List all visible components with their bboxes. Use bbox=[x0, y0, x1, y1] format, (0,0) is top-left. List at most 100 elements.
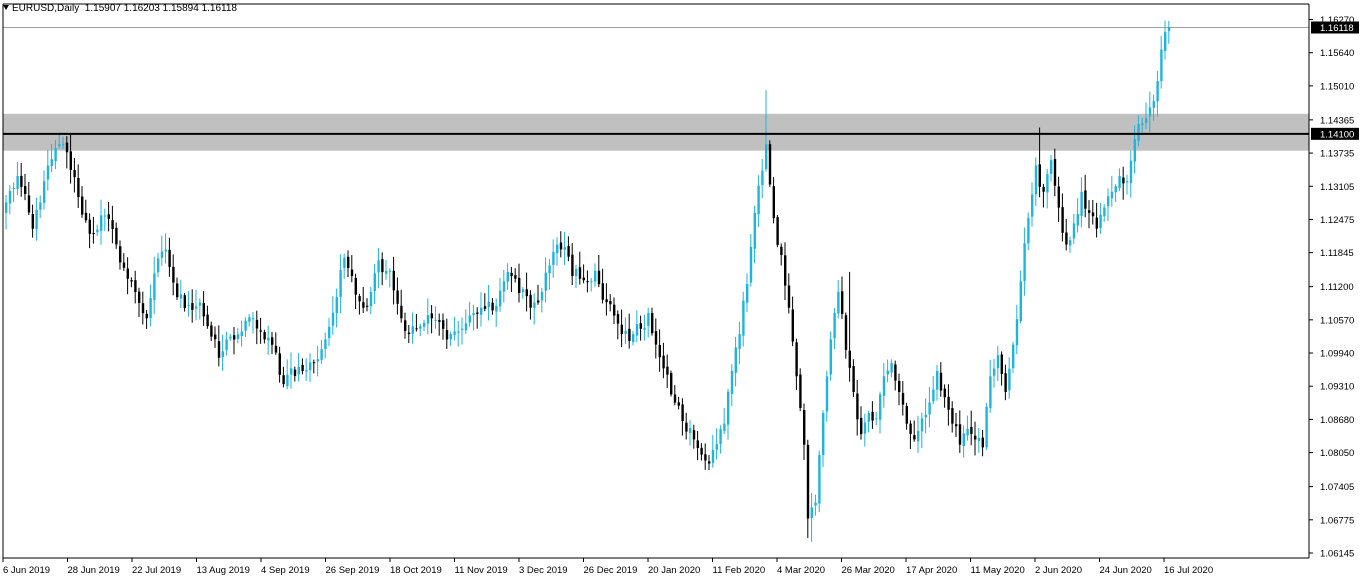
candle bbox=[5, 194, 8, 230]
candle-body bbox=[419, 326, 422, 329]
candle bbox=[39, 195, 42, 219]
candle-body bbox=[727, 391, 730, 425]
candle-body bbox=[160, 251, 164, 258]
candle bbox=[183, 292, 186, 312]
candle-body bbox=[1050, 160, 1053, 174]
candle-body bbox=[39, 202, 42, 210]
candle bbox=[210, 321, 213, 341]
candle bbox=[749, 234, 753, 287]
candle bbox=[483, 293, 487, 312]
candle bbox=[225, 331, 228, 356]
candle-body bbox=[578, 267, 582, 279]
candle-body bbox=[434, 319, 437, 321]
candle bbox=[388, 268, 392, 288]
x-tick-label: 20 Jan 2020 bbox=[648, 565, 700, 576]
candle-body bbox=[1080, 191, 1083, 216]
candle bbox=[974, 421, 977, 456]
candle bbox=[879, 391, 882, 434]
candle-body bbox=[529, 294, 532, 308]
candle-body bbox=[24, 186, 27, 194]
candle bbox=[730, 364, 734, 406]
candle bbox=[16, 161, 19, 196]
candle-body bbox=[966, 428, 969, 436]
candle-body bbox=[898, 380, 901, 393]
candle-body bbox=[1126, 181, 1129, 183]
candle-body bbox=[35, 209, 38, 230]
candle bbox=[943, 384, 946, 408]
candle-body bbox=[373, 273, 376, 291]
x-tick-label: 11 Nov 2019 bbox=[455, 565, 508, 576]
candle-body bbox=[871, 411, 874, 421]
candle-body bbox=[358, 296, 361, 302]
candle bbox=[1050, 155, 1053, 182]
candle-body bbox=[913, 435, 916, 440]
candle-body bbox=[1145, 118, 1148, 123]
candle-body bbox=[848, 350, 851, 368]
candle-body bbox=[168, 249, 171, 267]
candle bbox=[27, 182, 31, 216]
candle bbox=[521, 287, 525, 299]
candle-body bbox=[1023, 243, 1026, 282]
candle-body bbox=[274, 345, 278, 353]
candle-body bbox=[795, 342, 798, 377]
chart-header: EURUSD,Daily 1.15907 1.16203 1.15894 1.1… bbox=[3, 3, 237, 14]
candle-body bbox=[491, 302, 494, 311]
candle bbox=[502, 269, 506, 303]
candle-body bbox=[43, 181, 46, 203]
candle-body bbox=[164, 249, 167, 252]
candle bbox=[867, 410, 870, 433]
price-axis-labels: 1.162701.156401.150101.143651.137351.131… bbox=[1309, 15, 1354, 559]
candle bbox=[662, 342, 665, 379]
candle-body bbox=[331, 312, 335, 326]
candle-body bbox=[480, 307, 483, 315]
dropdown-triangle-icon[interactable] bbox=[3, 5, 9, 10]
candle bbox=[426, 298, 430, 335]
candle-body bbox=[312, 362, 316, 364]
candle bbox=[411, 312, 414, 344]
candle-body bbox=[301, 364, 304, 371]
candle-body bbox=[27, 195, 31, 213]
candle bbox=[320, 340, 323, 365]
candle-body bbox=[381, 259, 384, 273]
candle-body bbox=[107, 214, 110, 219]
candle bbox=[1080, 177, 1083, 228]
candle-body bbox=[761, 170, 764, 185]
candle-body bbox=[590, 281, 593, 283]
candle bbox=[141, 291, 145, 325]
candle bbox=[206, 305, 209, 329]
candle-body bbox=[290, 368, 293, 375]
candle-body bbox=[939, 372, 943, 391]
candle bbox=[122, 253, 126, 271]
candle bbox=[138, 287, 141, 317]
candle-body bbox=[977, 437, 981, 442]
candle-body bbox=[415, 328, 418, 330]
candle-body bbox=[1160, 49, 1163, 82]
candle bbox=[472, 304, 475, 331]
candle-body bbox=[654, 331, 658, 345]
candle bbox=[217, 325, 221, 367]
candle bbox=[803, 403, 806, 461]
candle-body bbox=[746, 284, 749, 303]
candle-body bbox=[818, 454, 821, 504]
current-price-box-label: 1.16118 bbox=[1320, 23, 1354, 34]
candle-body bbox=[947, 396, 950, 410]
candle bbox=[198, 298, 202, 320]
candle bbox=[791, 296, 794, 347]
candle-body bbox=[46, 165, 50, 180]
candle-body bbox=[1072, 223, 1076, 239]
candle-body bbox=[347, 256, 350, 269]
candle bbox=[240, 320, 243, 347]
candle bbox=[1160, 35, 1163, 89]
candle-body bbox=[715, 444, 718, 450]
candle-body bbox=[62, 144, 65, 146]
candle-body bbox=[1133, 139, 1136, 162]
candle bbox=[328, 317, 331, 347]
candle-body bbox=[951, 408, 954, 424]
candle bbox=[818, 450, 821, 513]
candle-body bbox=[73, 170, 76, 178]
candle-body bbox=[1110, 191, 1114, 199]
candle bbox=[533, 293, 536, 325]
candle-body bbox=[552, 251, 555, 265]
candle-body bbox=[662, 355, 665, 369]
candle bbox=[77, 164, 80, 208]
